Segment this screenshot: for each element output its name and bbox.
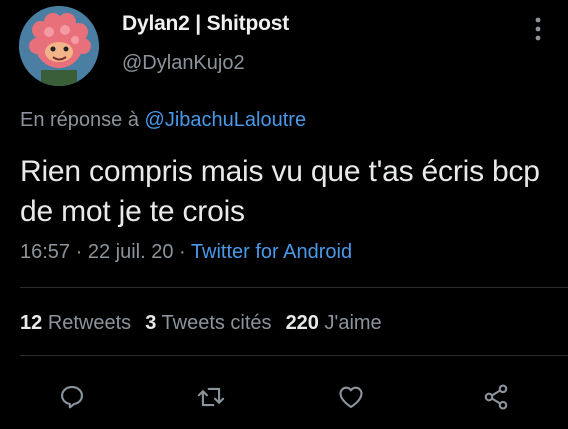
- meta-separator: ·: [75, 241, 83, 263]
- tweet-meta: 16:57 · 22 juil. 20 · Twitter for Androi…: [20, 241, 352, 264]
- meta-separator: ·: [179, 241, 186, 263]
- user-handle[interactable]: @DylanKujo2: [122, 52, 245, 75]
- reply-mention-link[interactable]: @JibachuLaloutre: [145, 109, 307, 131]
- tweet-date: 22 juil. 20: [87, 241, 174, 263]
- share-button[interactable]: [479, 380, 513, 414]
- likes-count: 220: [285, 312, 319, 334]
- divider: [20, 287, 568, 288]
- avatar[interactable]: [19, 6, 99, 86]
- quotes-stat[interactable]: 3 Tweets cités: [145, 312, 271, 334]
- vertical-dots-icon: [535, 17, 541, 41]
- reply-prefix: En réponse à: [20, 109, 139, 131]
- tweet-text: Rien compris mais vu que t'as écris bcp …: [20, 155, 540, 228]
- engagement-stats: 12 Retweets 3 Tweets cités 220 J'aime: [20, 312, 382, 335]
- quotes-label: Tweets cités: [161, 312, 272, 334]
- reply-button[interactable]: [55, 380, 89, 414]
- avatar-image: [19, 6, 99, 86]
- tweet-detail: Dylan2 | Shitpost @DylanKujo2 En réponse…: [0, 0, 568, 429]
- retweet-button[interactable]: [194, 380, 228, 414]
- retweets-label: Retweets: [47, 312, 132, 334]
- display-name[interactable]: Dylan2 | Shitpost: [122, 12, 289, 36]
- speech-bubble-icon: [61, 386, 83, 409]
- reply-context: En réponse à @JibachuLaloutre: [20, 109, 306, 132]
- retweets-stat[interactable]: 12 Retweets: [20, 312, 131, 334]
- heart-icon: [339, 386, 363, 408]
- quotes-count: 3: [145, 312, 157, 334]
- retweet-icon: [197, 387, 225, 407]
- more-options-button[interactable]: [528, 16, 548, 42]
- share-icon: [484, 384, 508, 410]
- tweet-source-link[interactable]: Twitter for Android: [191, 241, 352, 263]
- retweets-count: 12: [20, 312, 43, 334]
- likes-stat[interactable]: 220 J'aime: [286, 312, 382, 334]
- divider: [20, 355, 568, 356]
- like-button[interactable]: [334, 380, 368, 414]
- tweet-time: 16:57: [20, 241, 71, 263]
- likes-label: J'aime: [324, 312, 382, 334]
